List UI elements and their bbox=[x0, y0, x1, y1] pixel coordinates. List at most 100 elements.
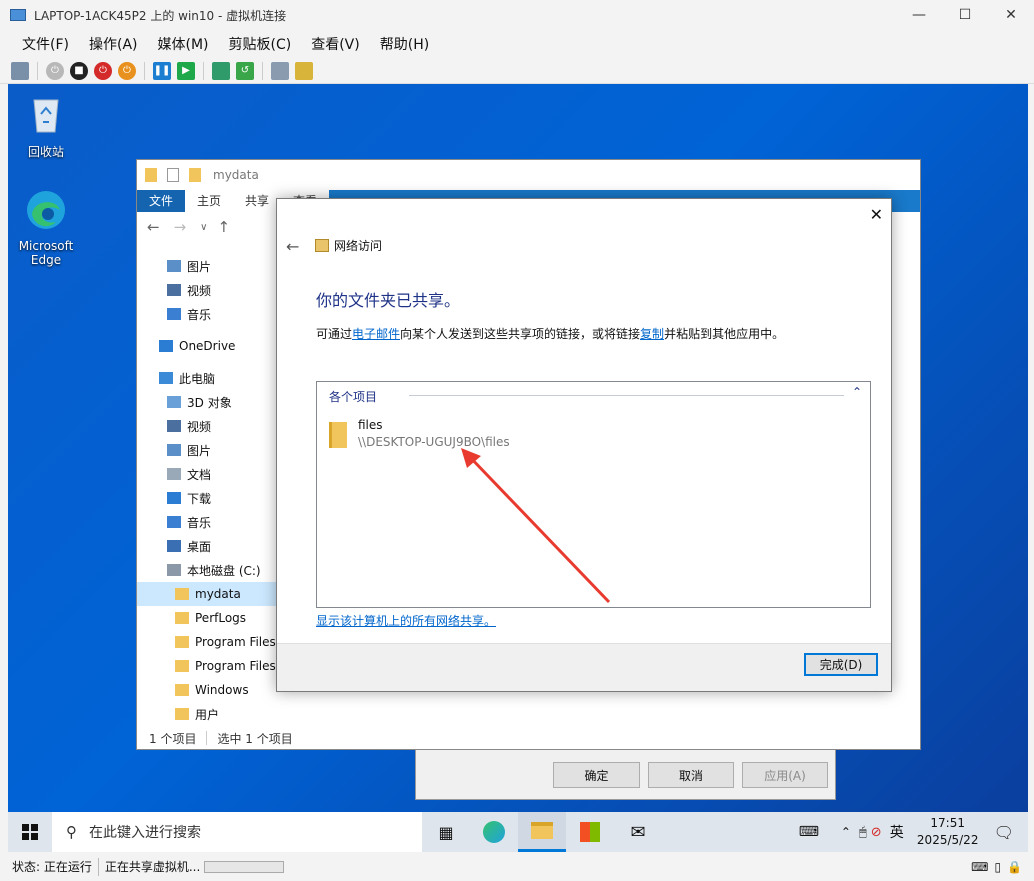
nav-item[interactable]: 桌面 bbox=[137, 534, 292, 558]
desktop-icon bbox=[167, 540, 181, 552]
checkpoint-icon[interactable] bbox=[212, 61, 230, 80]
forward-arrow-icon[interactable]: → bbox=[174, 218, 187, 236]
maximize-button[interactable]: ☐ bbox=[942, 0, 988, 30]
taskbar-store[interactable] bbox=[566, 812, 614, 852]
recycle-bin-icon bbox=[33, 99, 59, 133]
start-button[interactable] bbox=[8, 812, 52, 852]
network-access-dialog: ✕ ← 网络访问 你的文件夹已共享。 可通过电子邮件向某个人发送到这些共享项的链… bbox=[276, 198, 892, 692]
taskbar-mail[interactable]: ✉ bbox=[614, 812, 662, 852]
ime-indicator[interactable]: 英 bbox=[890, 822, 904, 842]
nav-item[interactable]: OneDrive bbox=[137, 334, 292, 358]
file-explorer-icon bbox=[531, 822, 553, 839]
menu-clipboard[interactable]: 剪贴板(C) bbox=[229, 34, 292, 54]
clock[interactable]: 17:51 2025/5/22 bbox=[912, 815, 984, 849]
new-folder-quick-icon[interactable] bbox=[189, 168, 201, 182]
notifications-icon[interactable]: 🗨 bbox=[994, 823, 1014, 842]
back-arrow-icon[interactable]: ← bbox=[147, 218, 160, 236]
ok-button[interactable]: 确定 bbox=[553, 762, 640, 788]
recycle-bin-shortcut[interactable]: 回收站 bbox=[8, 92, 84, 160]
nav-item[interactable]: Program Files bbox=[137, 654, 292, 678]
dialog-header-title: 网络访问 bbox=[334, 239, 383, 253]
nav-item[interactable]: 本地磁盘 (C:) bbox=[137, 558, 292, 582]
desc-text-post: 并粘贴到其他应用中。 bbox=[664, 327, 785, 341]
nav-item[interactable]: mydata bbox=[137, 582, 292, 606]
nav-item[interactable]: 音乐 bbox=[137, 510, 292, 534]
cancel-button[interactable]: 取消 bbox=[648, 762, 734, 788]
resume-icon[interactable]: ▶ bbox=[177, 61, 195, 80]
folder-icon bbox=[175, 636, 189, 648]
taskbar-file-explorer[interactable] bbox=[518, 812, 566, 852]
ctrl-alt-del-icon[interactable] bbox=[11, 61, 29, 80]
start-vm-icon[interactable]: ⏻ bbox=[46, 61, 64, 80]
ribbon-tab-home[interactable]: 主页 bbox=[185, 190, 234, 212]
nav-item[interactable]: Windows bbox=[137, 678, 292, 702]
taskbar-search-box[interactable]: ⚲ 在此键入进行搜索 bbox=[52, 812, 422, 852]
explorer-title: mydata bbox=[213, 168, 259, 182]
recent-chevron-icon[interactable]: ∨ bbox=[200, 222, 207, 233]
volume-muted-icon[interactable]: ⊘ bbox=[871, 825, 882, 840]
share-icon[interactable] bbox=[295, 61, 313, 80]
menu-help[interactable]: 帮助(H) bbox=[380, 34, 429, 54]
enhanced-session-icon[interactable] bbox=[271, 61, 289, 80]
done-button[interactable]: 完成(D) bbox=[804, 653, 878, 676]
drive-icon bbox=[167, 564, 181, 576]
menu-view[interactable]: 查看(V) bbox=[311, 34, 360, 54]
keyboard-status-icon: ⌨ bbox=[971, 859, 989, 874]
nav-item-label: 下载 bbox=[187, 491, 212, 506]
edge-label: Microsoft Edge bbox=[18, 239, 74, 267]
dialog-close-icon[interactable]: ✕ bbox=[870, 205, 883, 224]
nav-item-label: 文档 bbox=[187, 467, 212, 482]
collapse-chevron-icon[interactable]: ⌃ bbox=[852, 385, 862, 399]
nav-item[interactable]: 图片 bbox=[137, 254, 292, 278]
close-button[interactable]: ✕ bbox=[988, 0, 1034, 30]
clock-time: 17:51 bbox=[930, 816, 965, 830]
save-state-icon[interactable]: ⏻ bbox=[118, 61, 136, 80]
search-icon: ⚲ bbox=[66, 823, 77, 841]
copy-link[interactable]: 复制 bbox=[640, 327, 664, 341]
show-all-shares-link[interactable]: 显示该计算机上的所有网络共享。 bbox=[316, 612, 496, 629]
document-icon bbox=[167, 468, 181, 480]
nav-item[interactable]: 图片 bbox=[137, 438, 292, 462]
nav-item[interactable]: Program Files bbox=[137, 630, 292, 654]
nav-item[interactable]: 用户 bbox=[137, 702, 292, 726]
ribbon-tab-file[interactable]: 文件 bbox=[137, 190, 186, 212]
lock-status-icon: 🔒 bbox=[1007, 859, 1022, 874]
nav-item-label: mydata bbox=[195, 587, 241, 601]
vm-connection-icon bbox=[10, 9, 26, 21]
apply-button[interactable]: 应用(A) bbox=[742, 762, 828, 788]
menu-action[interactable]: 操作(A) bbox=[89, 34, 138, 54]
pause-icon[interactable]: ❚❚ bbox=[153, 61, 171, 80]
touch-keyboard-icon[interactable]: ⌨ bbox=[799, 824, 819, 840]
menu-file[interactable]: 文件(F) bbox=[22, 34, 69, 54]
nav-item[interactable]: 音乐 bbox=[137, 302, 292, 326]
minimize-button[interactable]: — bbox=[896, 0, 942, 30]
nav-item[interactable]: 文档 bbox=[137, 462, 292, 486]
up-arrow-icon[interactable]: ↑ bbox=[217, 218, 230, 236]
music-icon bbox=[167, 516, 181, 528]
ribbon-tab-share[interactable]: 共享 bbox=[233, 190, 282, 212]
email-link[interactable]: 电子邮件 bbox=[352, 327, 400, 341]
nav-item[interactable]: 3D 对象 bbox=[137, 390, 292, 414]
task-view-button[interactable]: ▦ bbox=[422, 812, 470, 852]
menu-media[interactable]: 媒体(M) bbox=[158, 34, 209, 54]
shared-item-path: \\DESKTOP-UGUJ9BO\files bbox=[358, 435, 510, 449]
show-hidden-icons-chevron[interactable]: ⌃ bbox=[841, 825, 851, 839]
back-arrow-icon[interactable]: ← bbox=[286, 237, 299, 256]
video-icon bbox=[167, 420, 181, 432]
shared-item-name[interactable]: files bbox=[358, 418, 383, 432]
network-icon[interactable]: 🖱 bbox=[859, 825, 867, 840]
edge-shortcut[interactable]: Microsoft Edge bbox=[8, 188, 84, 267]
taskbar-edge[interactable] bbox=[470, 812, 518, 852]
nav-item[interactable]: 视频 bbox=[137, 414, 292, 438]
nav-item[interactable]: 下载 bbox=[137, 486, 292, 510]
nav-item-label: 用户 bbox=[195, 707, 220, 722]
shutdown-icon[interactable]: ⏻ bbox=[94, 61, 112, 80]
turn-off-icon[interactable]: ■ bbox=[70, 61, 88, 80]
nav-item[interactable]: PerfLogs bbox=[137, 606, 292, 630]
properties-quick-icon[interactable] bbox=[167, 168, 179, 182]
nav-item[interactable]: 视频 bbox=[137, 278, 292, 302]
revert-icon[interactable]: ↺ bbox=[236, 61, 254, 80]
status-item-count: 1 个项目 bbox=[149, 731, 197, 746]
nav-item[interactable]: 此电脑 bbox=[137, 366, 292, 390]
explorer-title-bar: mydata bbox=[137, 160, 920, 190]
